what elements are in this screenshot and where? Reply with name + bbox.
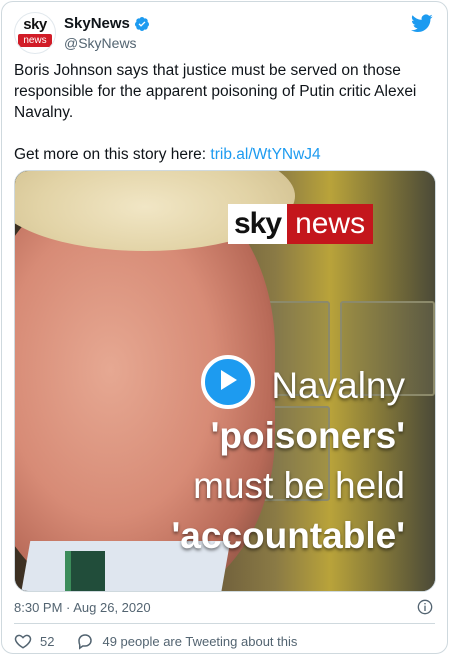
- logo-news: news: [287, 204, 374, 244]
- like-count: 52: [40, 633, 55, 649]
- tweet-link-line: Get more on this story here: trib.al/WtY…: [14, 144, 434, 165]
- story-link[interactable]: trib.al/WtYNwJ4: [210, 146, 320, 163]
- tweet-body: Boris Johnson says that justice must be …: [14, 62, 417, 121]
- divider: [14, 623, 435, 624]
- headline-line-2: 'poisoners': [210, 415, 405, 456]
- headline-line-3: must be held: [193, 465, 405, 506]
- timestamp[interactable]: 8:30 PM · Aug 26, 2020: [14, 600, 151, 615]
- display-name-row: SkyNews: [64, 14, 150, 33]
- like-action[interactable]: 52: [14, 632, 76, 650]
- reply-icon: [76, 632, 94, 650]
- twitter-bird-icon[interactable]: [411, 12, 433, 34]
- video-thumbnail[interactable]: sky news Navalny 'poisoners' must be hel…: [14, 170, 436, 592]
- conversation-action[interactable]: 49 people are Tweeting about this: [76, 632, 297, 650]
- verified-icon: [134, 16, 150, 32]
- avatar-news-text: news: [18, 34, 52, 47]
- speaker-tie: [65, 551, 105, 591]
- avatar-sky-text: sky: [23, 16, 47, 33]
- info-icon[interactable]: [417, 599, 433, 615]
- author-block: SkyNews @SkyNews: [64, 14, 150, 51]
- display-name[interactable]: SkyNews: [64, 15, 130, 32]
- headline-line-4: 'accountable': [171, 515, 406, 556]
- action-bar: 52 49 people are Tweeting about this: [14, 631, 297, 651]
- tweet-text: Boris Johnson says that justice must be …: [14, 60, 434, 165]
- play-button[interactable]: [201, 355, 255, 409]
- logo-sky: sky: [228, 204, 288, 244]
- avatar[interactable]: sky news: [14, 12, 56, 54]
- handle[interactable]: @SkyNews: [64, 35, 150, 51]
- conversation-text: 49 people are Tweeting about this: [102, 633, 298, 649]
- play-icon: [217, 368, 239, 397]
- link-prefix: Get more on this story here:: [14, 146, 211, 163]
- tweet-card: sky news SkyNews @SkyNews Boris Johnson …: [1, 1, 448, 654]
- heart-icon: [14, 632, 32, 650]
- sky-news-logo: sky news: [228, 204, 374, 244]
